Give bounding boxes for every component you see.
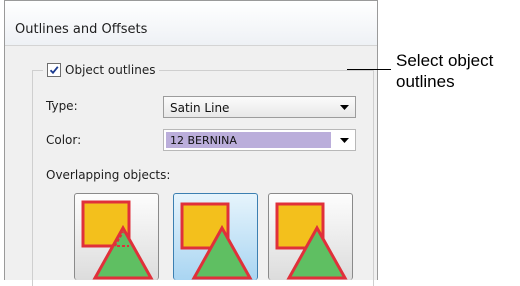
panel-title: Outlines and Offsets: [15, 22, 148, 37]
object-outlines-checkbox[interactable]: [47, 63, 61, 77]
color-select-value: 12 BERNINA: [170, 134, 237, 147]
object-outlines-checkbox-row[interactable]: Object outlines: [43, 61, 160, 79]
chevron-down-icon: [340, 105, 349, 110]
overlap-outline-front-icon: [275, 202, 348, 280]
panel-header: Outlines and Offsets: [5, 1, 377, 46]
overlap-option-button-front[interactable]: [268, 193, 353, 280]
chevron-down-icon: [340, 138, 349, 143]
callout-line: [347, 69, 391, 70]
type-select[interactable]: Satin Line: [163, 96, 356, 118]
callout-line-1: Select object: [396, 51, 494, 70]
color-label: Color:: [46, 133, 82, 147]
type-select-value: Satin Line: [170, 101, 230, 115]
color-select[interactable]: 12 BERNINA: [163, 129, 356, 151]
overlap-outline-behind-icon: [81, 200, 154, 280]
callout-text: Select object outlines: [396, 50, 493, 92]
overlap-outline-none-icon: [180, 202, 253, 280]
overlap-option-button-none[interactable]: [173, 193, 258, 280]
checkmark-icon: [49, 66, 59, 75]
type-label: Type:: [46, 99, 78, 113]
overlap-option-button-behind[interactable]: [74, 193, 159, 280]
object-outlines-label: Object outlines: [65, 63, 156, 77]
callout-line-2: outlines: [396, 72, 455, 91]
overlapping-objects-label: Overlapping objects:: [46, 168, 171, 182]
